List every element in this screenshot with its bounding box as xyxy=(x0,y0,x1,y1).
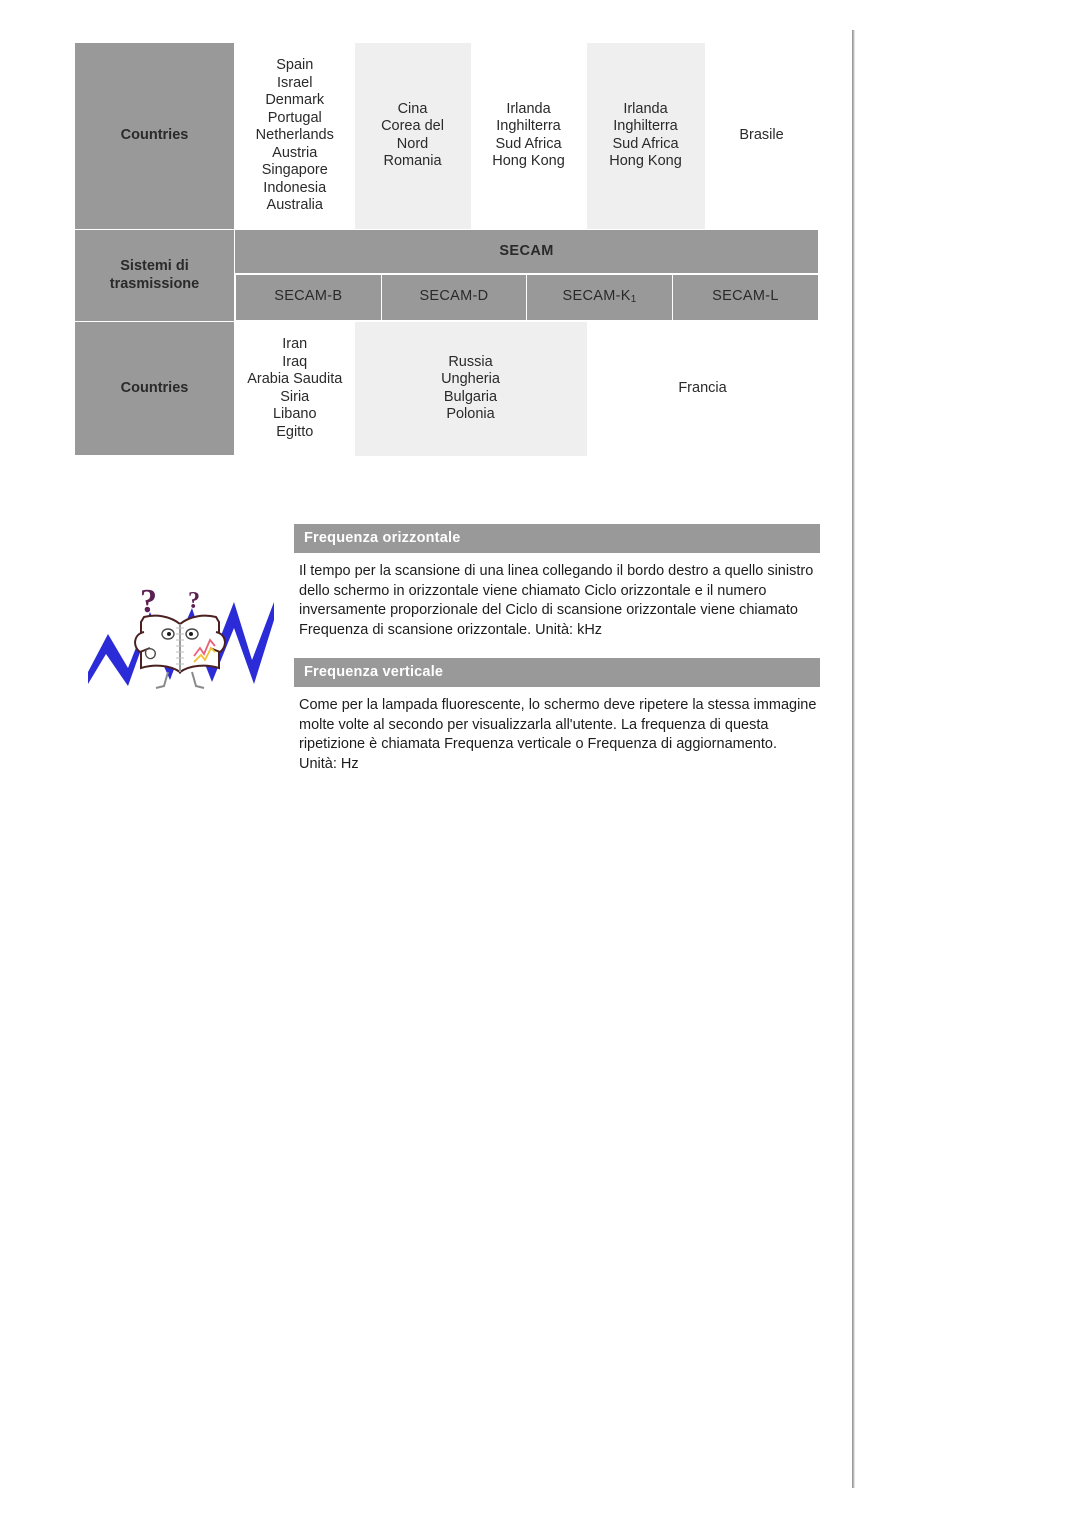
system-label: SECAM-D xyxy=(419,288,489,305)
page-divider xyxy=(852,30,855,1488)
countries-cell-pal-i2: Irlanda Inghilterra Sud Africa Hong Kong xyxy=(586,42,705,230)
countries-cell-pal-i: Irlanda Inghilterra Sud Africa Hong Kong xyxy=(470,42,587,230)
broadcast-systems-table: Countries Spain Israel Denmark Portugal … xyxy=(74,42,819,456)
system-sub: 1 xyxy=(630,294,637,306)
table-row-countries-bottom: Countries Iran Iraq Arabia Saudita Siria… xyxy=(74,321,819,456)
system-label: SECAM-B xyxy=(274,288,343,305)
countries-cell-secam-b: Iran Iraq Arabia Saudita Siria Libano Eg… xyxy=(234,321,355,456)
definition-block-frequenza-verticale: Frequenza verticale Come per la lampada … xyxy=(294,658,820,788)
system-cell-secam-k1: SECAM-K1 xyxy=(526,274,673,321)
countries-cell-pal-m: Brasile xyxy=(704,42,819,230)
system-label: SECAM-K xyxy=(562,288,631,305)
question-mark-large: ? xyxy=(140,583,157,620)
system-label: SECAM-L xyxy=(712,288,779,305)
system-cell-secam-l: SECAM-L xyxy=(671,274,818,321)
countries-cell-secam-dk: Russia Ungheria Bulgaria Polonia xyxy=(354,321,587,456)
countries-cell-secam-l: Francia xyxy=(586,321,819,456)
row-header-countries-bottom: Countries xyxy=(74,321,235,456)
countries-cell-pal-d: Cina Corea del Nord Romania xyxy=(354,42,471,230)
definition-block-frequenza-orizzontale: Frequenza orizzontale Il tempo per la sc… xyxy=(294,524,820,654)
secam-group-label: SECAM xyxy=(234,229,819,274)
system-cell-secam-b: SECAM-B xyxy=(235,274,382,321)
table-row-secam-group: Sistemi di trasmissione SECAM xyxy=(74,229,819,322)
definition-body-frequenza-verticale: Come per la lampada fluorescente, lo sch… xyxy=(299,697,817,772)
question-mark-small: ? xyxy=(188,588,200,614)
definition-title-frequenza-orizzontale: Frequenza orizzontale xyxy=(294,524,820,553)
system-cell-secam-d: SECAM-D xyxy=(380,274,528,321)
table-row-countries-top: Countries Spain Israel Denmark Portugal … xyxy=(74,42,819,230)
definition-title-frequenza-verticale: Frequenza verticale xyxy=(294,658,820,687)
book-with-question-marks-illustration: ? ? xyxy=(84,572,280,696)
row-header-countries-top: Countries xyxy=(74,42,235,230)
row-header-sistemi-di-trasmissione: Sistemi di trasmissione xyxy=(74,229,235,322)
definition-body-frequenza-orizzontale: Il tempo per la scansione di una linea c… xyxy=(299,563,814,638)
countries-cell-pal-bg: Spain Israel Denmark Portugal Netherland… xyxy=(234,42,355,230)
definitions-section: Frequenza orizzontale Il tempo per la sc… xyxy=(294,524,820,788)
